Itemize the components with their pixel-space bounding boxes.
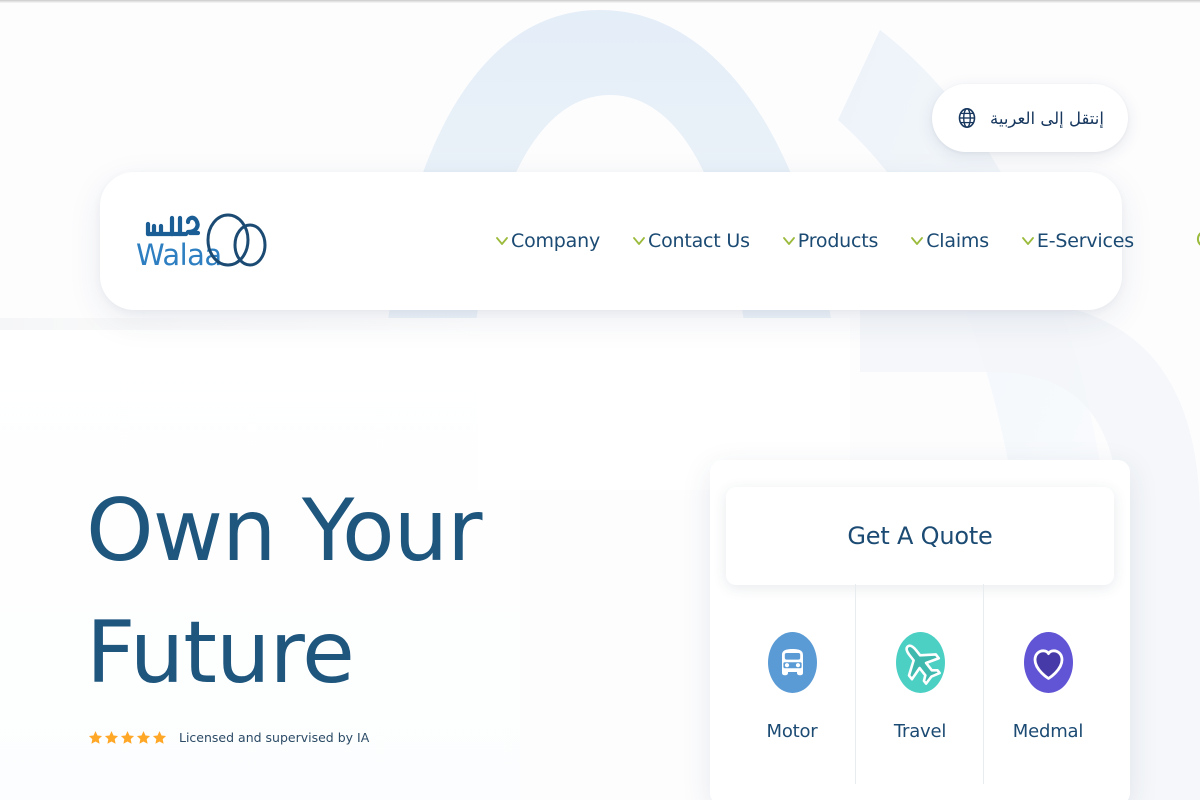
nav-item-label: E-Services [1036,230,1134,252]
product-tile-label: Motor [766,721,818,742]
star-icon [120,731,135,744]
nav-item-e-services[interactable]: E-Services [1022,230,1134,252]
hero-title: Own Your Future [86,481,482,704]
get-a-quote-label: Get A Quote [847,522,993,550]
product-tiles: Motor Travel Medmal [728,584,1112,792]
star-icon [88,731,103,744]
search-icon[interactable] [1194,228,1200,254]
browser-chrome-edge [0,0,1200,3]
chevron-down-icon [911,237,924,245]
star-icon [152,731,167,744]
globe-icon [958,108,976,128]
language-switch-label: إنتقل إلى العربية [990,108,1104,128]
product-tile-label: Travel [893,721,947,742]
chevron-down-icon [1022,237,1034,245]
star-icon [136,731,151,744]
nav-item-company[interactable]: Company [496,230,600,252]
star-icon [104,731,119,744]
hero-section: Own Your Future [86,470,606,714]
product-tile-medmal[interactable]: Medmal [983,584,1112,792]
main-navigation-bar: Walaa Company Contact Us Products Claims… [100,172,1200,310]
product-tile-label: Medmal [1012,721,1084,742]
chevron-down-icon [782,237,795,245]
nav-item-label: Contact Us [648,230,750,252]
nav-item-label: Company [511,230,600,252]
license-text: Licensed and supervised by IA [179,730,370,745]
nav-item-products[interactable]: Products [782,230,879,252]
language-switch-button[interactable]: إنتقل إلى العربية [932,84,1128,152]
walaa-logo[interactable]: Walaa [128,202,278,280]
nav-item-label: Claims [926,230,989,252]
get-a-quote-card: Get A Quote Motor Travel Medmal [710,460,1130,800]
chevron-down-icon [633,237,645,245]
heart-icon [1023,632,1073,693]
nav-item-contact-us[interactable]: Contact Us [633,230,750,252]
nav-item-label: Products [797,230,879,252]
product-tile-travel[interactable]: Travel [855,584,984,792]
car-icon [767,632,817,693]
product-tile-motor[interactable]: Motor [728,592,856,792]
star-rating [88,730,167,745]
nav-item-claims[interactable]: Claims [911,230,989,252]
get-a-quote-button[interactable]: Get A Quote [726,487,1114,585]
plane-icon [895,632,945,693]
nav-links: Company Contact Us Products Claims E-Ser… [496,172,1200,310]
page-root: إنتقل إلى العربية Walaa Company Contact … [0,0,1200,800]
chevron-down-icon [496,237,508,245]
hero-rating: Licensed and supervised by IA [88,730,369,745]
